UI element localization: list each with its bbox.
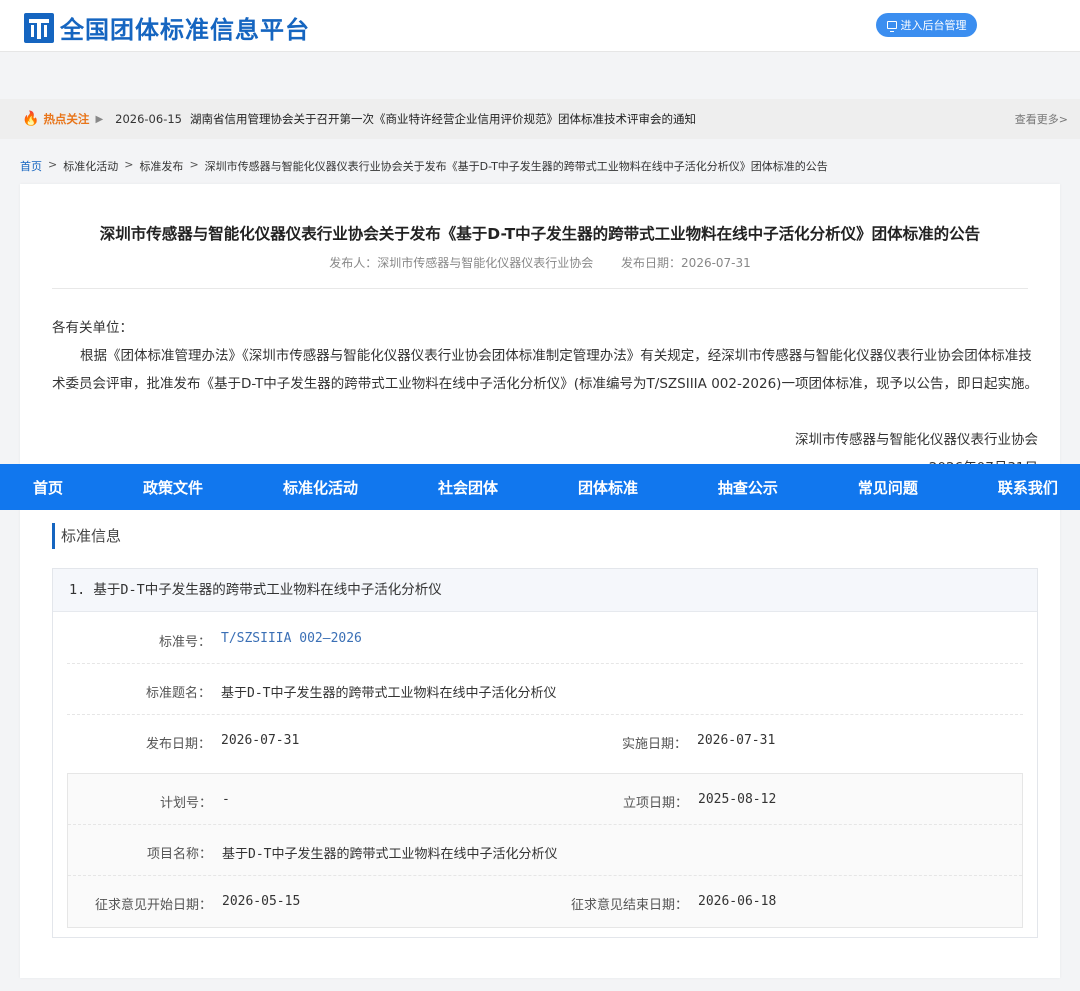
project-name-label: 项目名称： xyxy=(146,847,212,862)
nav-organizations[interactable]: 社会团体 xyxy=(438,477,498,498)
comment-end-label: 征求意见结束日期： xyxy=(570,898,688,913)
article-salutation: 各有关单位： xyxy=(52,320,133,336)
site-logo[interactable]: 全国团体标准信息平台 xyxy=(24,10,310,45)
admin-login-label: 进入后台管理 xyxy=(900,19,967,32)
plan-row: 计划号： - 立项日期： 2025-08-12 xyxy=(68,774,1022,825)
breadcrumb: 首页 > 标准化活动 > 标准发布 > 深圳市传感器与智能化仪器仪表行业协会关于… xyxy=(20,158,828,174)
plan-no-label: 计划号： xyxy=(159,796,212,811)
impl-date-label: 实施日期： xyxy=(621,737,687,752)
project-name-row: 项目名称： 基于D-T中子发生器的跨带式工业物料在线中子活化分析仪 xyxy=(68,825,1022,876)
breadcrumb-item[interactable]: 标准发布 xyxy=(139,158,183,174)
signature-org: 深圳市传感器与智能化仪器仪表行业协会 xyxy=(795,432,1038,448)
project-name-value: 基于D-T中子发生器的跨带式工业物料在线中子活化分析仪 xyxy=(222,847,558,862)
nav-contact[interactable]: 联系我们 xyxy=(998,477,1058,498)
standard-item-title: 1. 基于D-T中子发生器的跨带式工业物料在线中子活化分析仪 xyxy=(53,569,1037,612)
main-nav: 首页 政策文件 标准化活动 社会团体 团体标准 抽查公示 常见问题 联系我们 xyxy=(0,464,1080,510)
setup-date-value: 2025-08-12 xyxy=(698,792,777,807)
standard-info-panel: 1. 基于D-T中子发生器的跨带式工业物料在线中子活化分析仪 标准号： T/SZ… xyxy=(52,568,1038,938)
site-header: 全国团体标准信息平台 进入后台管理 xyxy=(0,0,1080,52)
hot-news-link[interactable]: 湖南省信用管理协会关于召开第一次《商业特许经营企业信用评价规范》团体标准技术评审… xyxy=(190,111,696,127)
comment-end-value: 2026-06-18 xyxy=(698,894,777,909)
nav-inspection[interactable]: 抽查公示 xyxy=(718,477,778,498)
article-publish-date: 发布日期：2026-07-31 xyxy=(621,256,751,270)
impl-date-value: 2026-07-31 xyxy=(697,733,776,748)
view-more-link[interactable]: 查看更多> xyxy=(1015,111,1068,127)
std-no-label: 标准号： xyxy=(158,635,211,650)
play-arrow-icon: ▶ xyxy=(95,113,104,125)
article-paragraph: 根据《团体标准管理办法》《深圳市传感器与智能化仪器仪表行业协会团体标准制定管理办… xyxy=(52,348,1038,392)
dates-row: 发布日期： 2026-07-31 实施日期： 2026-07-31 xyxy=(67,715,1023,766)
standard-info-heading: 标准信息 xyxy=(52,523,121,549)
article-body: 各有关单位： 根据《团体标准管理办法》《深圳市传感器与智能化仪器仪表行业协会团体… xyxy=(52,314,1042,398)
comment-start-value: 2026-05-15 xyxy=(222,894,301,909)
std-name-row: 标准题名： 基于D-T中子发生器的跨带式工业物料在线中子活化分析仪 xyxy=(67,664,1023,715)
nav-group-standards[interactable]: 团体标准 xyxy=(578,477,638,498)
comment-period-row: 征求意见开始日期： 2026-05-15 征求意见结束日期： 2026-06-1… xyxy=(68,876,1022,927)
article-publisher: 发布人：深圳市传感器与智能化仪器仪表行业协会 xyxy=(329,256,594,270)
nav-standardization[interactable]: 标准化活动 xyxy=(283,477,358,498)
std-name-value: 基于D-T中子发生器的跨带式工业物料在线中子活化分析仪 xyxy=(221,686,557,701)
nav-faq[interactable]: 常见问题 xyxy=(858,477,918,498)
divider xyxy=(52,288,1028,289)
logo-icon xyxy=(24,12,54,43)
breadcrumb-separator: > xyxy=(48,158,58,171)
article-title: 深圳市传感器与智能化仪器仪表行业协会关于发布《基于D-T中子发生器的跨带式工业物… xyxy=(99,225,981,243)
hot-news-date: 2026-06-15 xyxy=(115,112,182,126)
pub-date-value: 2026-07-31 xyxy=(221,733,300,748)
hot-label: 热点关注 xyxy=(43,112,90,126)
fire-icon: 🔥 xyxy=(22,111,40,127)
plan-no-value: - xyxy=(222,792,230,807)
breadcrumb-separator: > xyxy=(189,158,199,171)
monitor-icon xyxy=(886,21,897,32)
hot-news-bar: 🔥 热点关注 ▶ 2026-06-15 湖南省信用管理协会关于召开第一次《商业特… xyxy=(0,99,1080,139)
article-meta: 发布人：深圳市传感器与智能化仪器仪表行业协会 发布日期：2026-07-31 xyxy=(20,254,1060,271)
site-title: 全国团体标准信息平台 xyxy=(60,15,310,44)
breadcrumb-separator: > xyxy=(124,158,134,171)
nav-home[interactable]: 首页 xyxy=(33,477,63,498)
pub-date-label: 发布日期： xyxy=(145,737,211,752)
comment-start-label: 征求意见开始日期： xyxy=(94,898,212,913)
plan-info-box: 计划号： - 立项日期： 2025-08-12 项目名称： 基于D-T中子发生器… xyxy=(67,773,1023,928)
breadcrumb-home[interactable]: 首页 xyxy=(20,158,42,174)
std-name-label: 标准题名： xyxy=(145,686,211,701)
std-no-link[interactable]: T/SZSIIIA 002—2026 xyxy=(221,631,362,646)
std-no-row: 标准号： T/SZSIIIA 002—2026 xyxy=(67,613,1023,664)
setup-date-label: 立项日期： xyxy=(622,796,688,811)
nav-policy[interactable]: 政策文件 xyxy=(143,477,203,498)
breadcrumb-current: 深圳市传感器与智能化仪器仪表行业协会关于发布《基于D-T中子发生器的跨带式工业物… xyxy=(204,160,828,173)
breadcrumb-item[interactable]: 标准化活动 xyxy=(63,158,118,174)
admin-login-button[interactable]: 进入后台管理 xyxy=(876,13,977,37)
